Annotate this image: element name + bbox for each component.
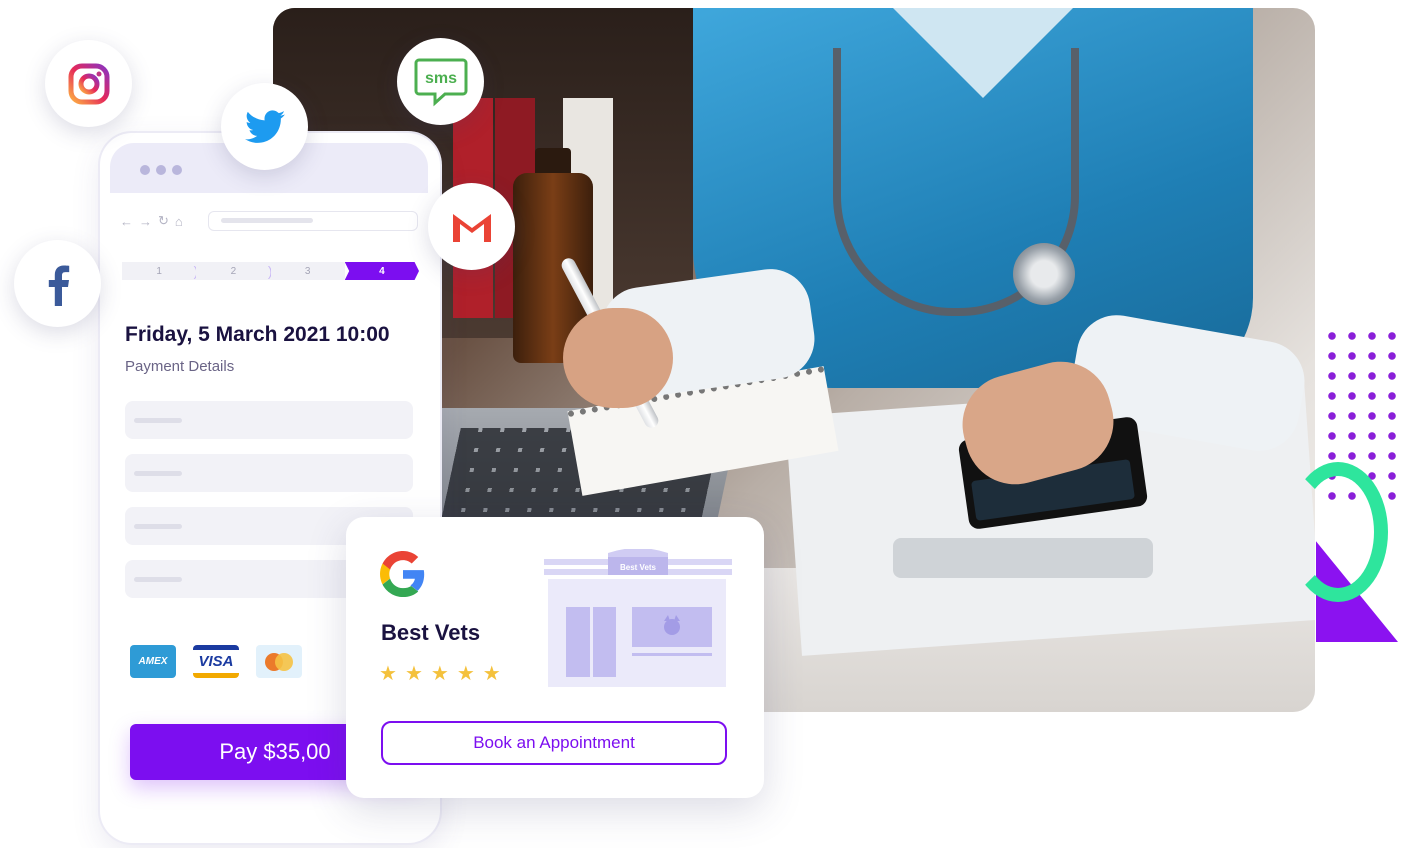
star-icon: ★: [404, 663, 423, 685]
section-title: Payment Details: [125, 358, 235, 375]
booking-steps: 1) 2) 3 4: [122, 262, 419, 280]
mastercard-icon[interactable]: [256, 645, 302, 678]
sms-label: sms: [424, 70, 456, 87]
star-icon: ★: [482, 663, 501, 685]
twitter-icon: [244, 109, 285, 143]
hand-left: [563, 308, 673, 408]
appointment-datetime: Friday, 5 March 2021 10:00: [125, 323, 390, 346]
sms-icon: sms: [414, 58, 467, 106]
gmail-bubble[interactable]: [428, 183, 515, 270]
stethoscope-head: [1013, 243, 1075, 305]
amex-icon[interactable]: AMEX: [130, 645, 176, 678]
facebook-bubble[interactable]: [14, 240, 101, 327]
visa-icon[interactable]: VISA: [193, 645, 239, 678]
step-label: 4: [379, 265, 385, 277]
step-label: 1: [156, 265, 162, 277]
step-2[interactable]: 2): [196, 262, 273, 280]
step-3[interactable]: 3: [270, 262, 345, 280]
sms-bubble[interactable]: sms: [397, 38, 484, 125]
gmail-icon: [452, 213, 491, 242]
step-1[interactable]: 1): [122, 262, 198, 280]
window-dot: [156, 165, 166, 175]
star-icon: ★: [430, 663, 449, 685]
instagram-icon: [68, 63, 109, 104]
step-label: 2: [230, 265, 237, 277]
home-icon[interactable]: ⌂: [175, 214, 183, 229]
reload-icon[interactable]: ↻: [158, 213, 169, 229]
google-business-card: Best Vets ★ ★ ★ ★ ★ Best Vets Book an Ap…: [346, 517, 764, 798]
star-icon: ★: [379, 663, 397, 685]
clipboard-clip: [893, 538, 1153, 578]
step-4-active[interactable]: 4: [344, 262, 419, 280]
window-dot: [172, 165, 182, 175]
star-icon: ★: [456, 663, 475, 685]
back-icon[interactable]: ←: [120, 214, 133, 229]
url-bar[interactable]: [208, 211, 418, 231]
facebook-icon: [48, 265, 69, 306]
storefront-sign: Best Vets: [620, 563, 657, 572]
window-dot: [140, 165, 150, 175]
card-brands: AMEX VISA: [130, 645, 302, 678]
instagram-bubble[interactable]: [45, 40, 132, 127]
rating-stars: ★ ★ ★ ★ ★: [379, 661, 501, 686]
storefront-illustration: Best Vets: [544, 549, 732, 687]
book-appointment-button[interactable]: Book an Appointment: [381, 721, 727, 765]
step-label: 3: [304, 265, 311, 277]
twitter-bubble[interactable]: [221, 83, 308, 170]
google-icon: [380, 551, 425, 597]
payment-field-1[interactable]: [125, 401, 413, 439]
decorative-ring: [1288, 462, 1388, 602]
forward-icon[interactable]: →: [139, 214, 152, 229]
payment-field-2[interactable]: [125, 454, 413, 492]
business-name: Best Vets: [381, 620, 481, 645]
